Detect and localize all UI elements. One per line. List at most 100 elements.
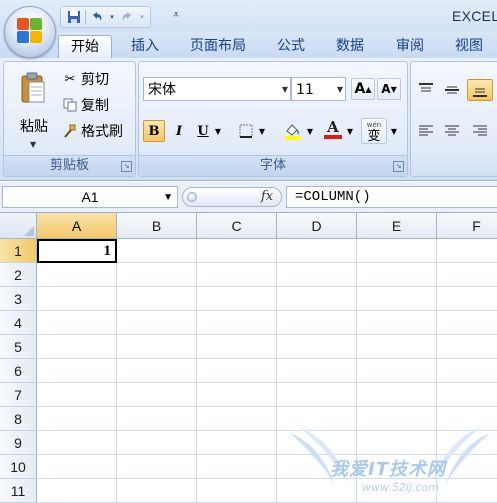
select-all-button[interactable] xyxy=(0,213,37,239)
align-center-icon[interactable] xyxy=(441,120,463,142)
copy-button[interactable]: 复制 xyxy=(62,95,109,115)
scissors-icon: ✂ xyxy=(64,71,76,87)
save-icon[interactable] xyxy=(65,8,83,26)
column-header-a[interactable]: A xyxy=(37,213,117,239)
tab-data[interactable]: 数据 xyxy=(329,35,371,57)
gridline-vertical xyxy=(196,239,197,503)
font-size-combo[interactable]: 11 ▼ xyxy=(291,77,346,101)
paste-dropdown-icon[interactable]: ▼ xyxy=(30,140,36,149)
redo-icon[interactable] xyxy=(118,8,136,26)
cell-a1[interactable]: 1 xyxy=(37,239,117,263)
tab-insert[interactable]: 插入 xyxy=(124,35,166,57)
gridline-vertical xyxy=(116,239,117,503)
align-middle-icon[interactable] xyxy=(441,79,463,101)
name-box[interactable]: A1 ▼ xyxy=(2,186,178,208)
italic-button[interactable]: I xyxy=(169,120,189,142)
insert-function-button[interactable]: fx xyxy=(261,188,273,206)
resize-handle-icon[interactable] xyxy=(187,192,197,202)
gridline-horizontal xyxy=(37,334,497,335)
column-header-f[interactable]: F xyxy=(437,213,497,239)
tab-page-layout[interactable]: 页面布局 xyxy=(182,35,254,57)
cut-label: 剪切 xyxy=(81,72,109,88)
gridline-horizontal xyxy=(37,382,497,383)
align-right-icon[interactable] xyxy=(467,120,493,142)
row-header-7[interactable]: 7 xyxy=(0,383,37,407)
column-header-e[interactable]: E xyxy=(357,213,437,239)
gridline-horizontal xyxy=(37,286,497,287)
ribbon: 粘贴 ▼ ✂ 剪切 复制 格式刷 剪贴板 ↘ 宋体 ▼ 11 ▼ A ▲ A ▼… xyxy=(0,58,497,181)
row-header-4[interactable]: 4 xyxy=(0,311,37,335)
gridline-horizontal xyxy=(37,454,497,455)
tab-view[interactable]: 视图 xyxy=(448,35,490,57)
font-group-label: 字体 xyxy=(139,155,407,176)
gridline-vertical xyxy=(356,239,357,503)
row-header-3[interactable]: 3 xyxy=(0,287,37,311)
shrink-font-button[interactable]: A ▼ xyxy=(377,78,401,100)
ribbon-tabs: 开始 插入 页面布局 公式 数据 审阅 视图 xyxy=(0,32,497,58)
underline-button[interactable]: U xyxy=(193,120,213,142)
bold-button[interactable]: B xyxy=(143,120,165,142)
row-header-1[interactable]: 1 xyxy=(0,239,37,263)
gridline-horizontal xyxy=(37,358,497,359)
tab-review[interactable]: 审阅 xyxy=(389,35,431,57)
row-header-6[interactable]: 6 xyxy=(0,359,37,383)
row-header-5[interactable]: 5 xyxy=(0,335,37,359)
font-name-combo[interactable]: 宋体 ▼ xyxy=(143,77,291,101)
clipboard-launcher-icon[interactable]: ↘ xyxy=(121,161,132,172)
tab-formulas[interactable]: 公式 xyxy=(270,35,312,57)
title-bar: ▾ ▾ ⩡ EXCEL xyxy=(0,0,497,32)
row-header-9[interactable]: 9 xyxy=(0,431,37,455)
quick-access-toolbar: ▾ ▾ xyxy=(60,6,151,28)
font-group: 宋体 ▼ 11 ▼ A ▲ A ▼ B I U ▼ ▼ ▼ A ▼ wén 变 … xyxy=(138,61,408,177)
font-color-bar xyxy=(324,135,342,139)
row-header-11[interactable]: 11 xyxy=(0,479,37,503)
borders-dropdown-icon[interactable]: ▼ xyxy=(257,120,267,142)
align-top-icon[interactable] xyxy=(415,79,437,101)
grow-font-button[interactable]: A ▲ xyxy=(351,78,375,100)
tab-home[interactable]: 开始 xyxy=(58,35,112,58)
font-name-value: 宋体 xyxy=(148,82,176,98)
column-header-c[interactable]: C xyxy=(197,213,277,239)
redo-dropdown-icon[interactable]: ▾ xyxy=(138,8,146,26)
gridline-horizontal xyxy=(37,310,497,311)
underline-dropdown-icon[interactable]: ▼ xyxy=(213,120,223,142)
row-header-8[interactable]: 8 xyxy=(0,407,37,431)
paste-icon xyxy=(21,72,45,103)
app-title: EXCEL xyxy=(452,8,497,24)
phonetic-button[interactable]: wén 变 xyxy=(361,118,387,144)
cut-button[interactable]: ✂ 剪切 xyxy=(62,69,109,89)
gridline-horizontal xyxy=(37,406,497,407)
column-header-d[interactable]: D xyxy=(277,213,357,239)
shrink-font-glyph: A xyxy=(381,82,391,96)
row-header-10[interactable]: 10 xyxy=(0,455,37,479)
function-pill: fx xyxy=(182,187,282,207)
copy-label: 复制 xyxy=(81,98,109,114)
customize-qat-icon[interactable]: ⩡ xyxy=(173,8,179,22)
column-header-b[interactable]: B xyxy=(117,213,197,239)
fill-color-dropdown-icon[interactable]: ▼ xyxy=(305,120,315,142)
row-header-2[interactable]: 2 xyxy=(0,263,37,287)
font-name-dropdown-icon[interactable]: ▼ xyxy=(282,78,288,102)
align-bottom-icon[interactable] xyxy=(467,79,493,101)
gridline-horizontal xyxy=(37,478,497,479)
font-color-button[interactable]: A xyxy=(321,118,345,140)
paste-button[interactable]: 粘贴 ▼ xyxy=(10,68,58,156)
undo-icon[interactable] xyxy=(88,8,106,26)
office-button[interactable] xyxy=(4,6,56,58)
format-painter-button[interactable]: 格式刷 xyxy=(62,121,123,141)
phonetic-dropdown-icon[interactable]: ▼ xyxy=(389,120,399,142)
gridline-horizontal xyxy=(37,430,497,431)
font-color-dropdown-icon[interactable]: ▼ xyxy=(345,120,355,142)
fill-color-icon[interactable] xyxy=(281,120,305,142)
borders-icon[interactable] xyxy=(235,120,257,142)
formula-bar: A1 ▼ fx =COLUMN() xyxy=(0,182,497,213)
font-launcher-icon[interactable]: ↘ xyxy=(393,161,404,172)
formula-input[interactable]: =COLUMN() xyxy=(286,186,497,208)
undo-dropdown-icon[interactable]: ▾ xyxy=(108,8,116,26)
clipboard-group-label: 剪贴板 xyxy=(4,155,135,176)
gridline-vertical xyxy=(436,239,437,503)
worksheet-grid[interactable]: ABCDEF 1 2 3 4 5 6 7 8 9 10 11 1 xyxy=(0,213,497,503)
font-size-dropdown-icon[interactable]: ▼ xyxy=(337,78,343,102)
align-left-icon[interactable] xyxy=(415,120,437,142)
name-box-dropdown-icon[interactable]: ▼ xyxy=(163,188,173,208)
